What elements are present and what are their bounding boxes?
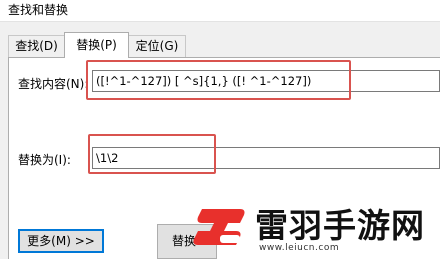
window-title: 查找和替换 xyxy=(8,3,69,17)
title-bar: 查找和替换 xyxy=(0,0,440,22)
tab-find[interactable]: 查找(D) xyxy=(8,35,65,57)
find-what-label: 查找内容(N): xyxy=(18,77,89,91)
find-what-input[interactable]: ([!^1-^127]) [ ^s]{1,} ([! ^1-^127]) xyxy=(92,70,440,92)
watermark-brand-text: 雷羽手游网 xyxy=(255,206,425,245)
watermark-logo-icon xyxy=(193,209,245,245)
tab-replace[interactable]: 替换(P) xyxy=(64,32,129,58)
tab-goto[interactable]: 定位(G) xyxy=(128,35,186,57)
watermark-url-text: www.leiucn.com xyxy=(259,243,340,253)
more-button[interactable]: 更多(M) >> xyxy=(18,229,104,253)
replace-with-label: 替换为(I): xyxy=(18,153,71,167)
replace-with-input[interactable]: \1\2 xyxy=(92,147,440,169)
